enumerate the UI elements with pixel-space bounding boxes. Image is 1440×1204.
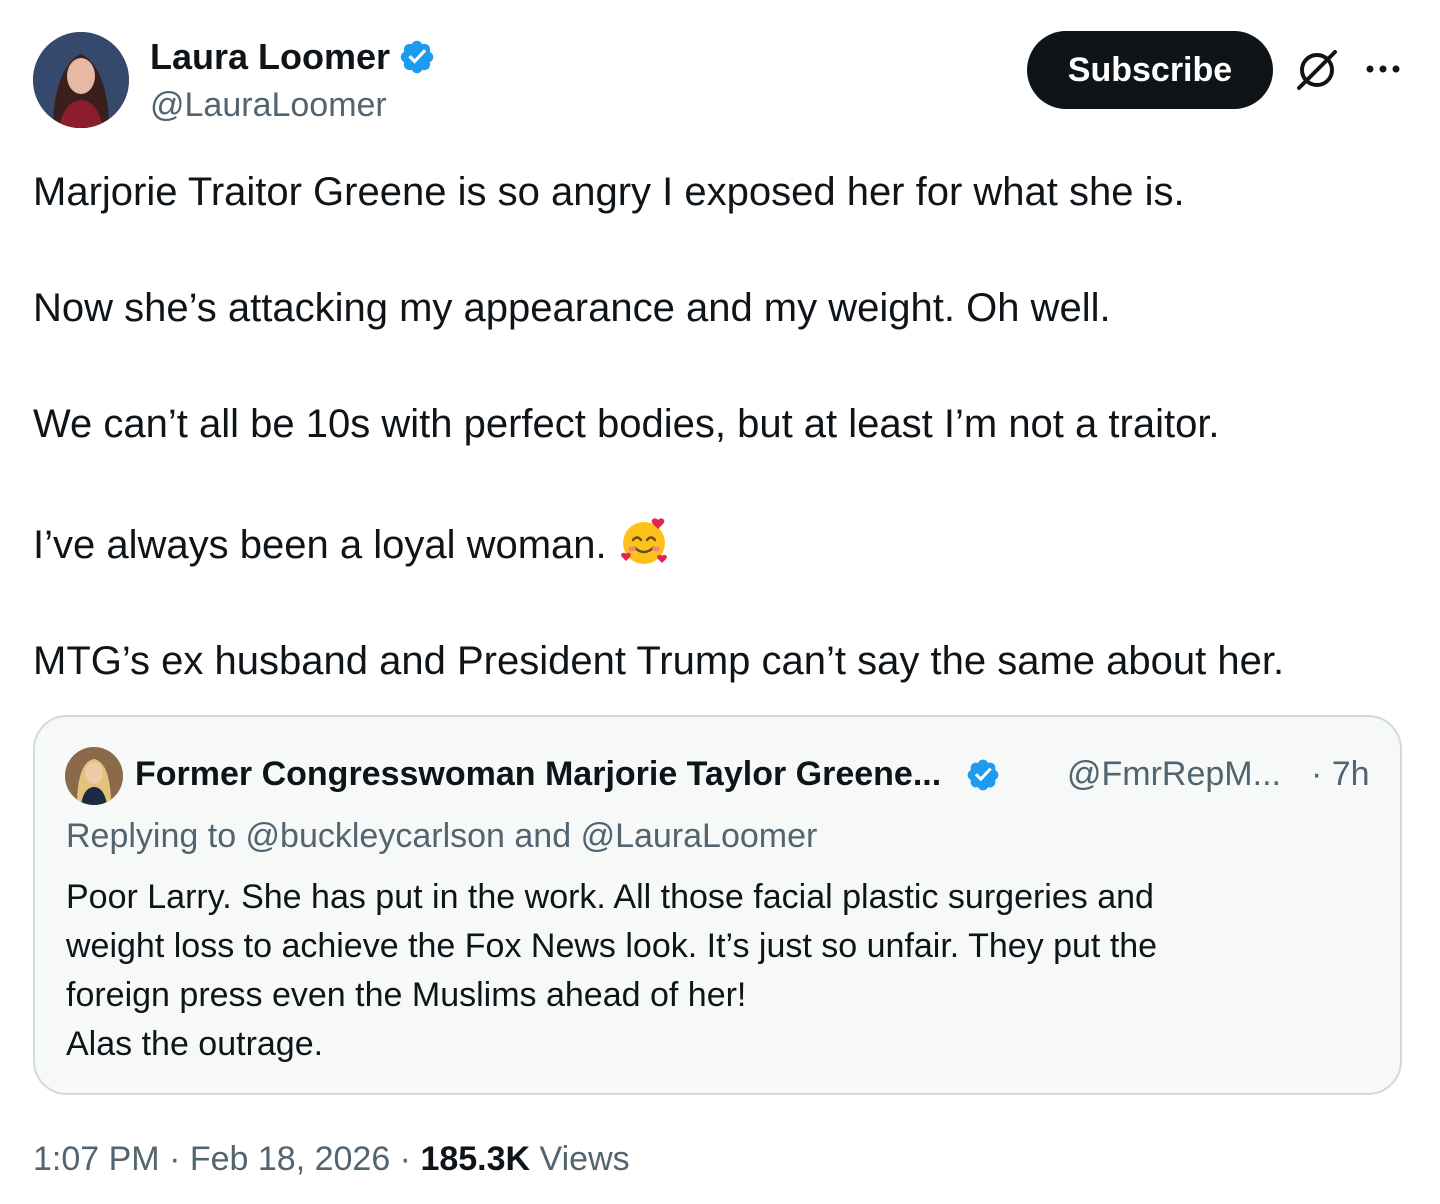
- quoted-text-line: foreign press even the Muslims ahead of …: [66, 976, 747, 1014]
- quoted-text-line: Poor Larry. She has put in the work. All…: [66, 878, 1154, 916]
- subscribe-button[interactable]: Subscribe: [1027, 31, 1273, 109]
- avatar[interactable]: [33, 32, 129, 128]
- quoted-timestamp: · 7h: [1311, 755, 1370, 793]
- post-paragraph-text: I’ve always been a loyal woman.: [33, 523, 607, 567]
- post-meta: 1:07 PM · Feb 18, 2026 · 185.3K Views: [33, 1140, 630, 1179]
- separator: ·: [390, 1140, 421, 1178]
- post-paragraph: Now she’s attacking my appearance and my…: [33, 286, 1111, 330]
- avatar-image: [33, 32, 129, 128]
- verified-badge-icon: [967, 759, 999, 790]
- replying-to: Replying to @buckleycarlson and @LauraLo…: [66, 817, 818, 855]
- smiling-face-with-hearts-icon: [618, 516, 670, 568]
- post-time[interactable]: 1:07 PM: [33, 1140, 160, 1178]
- post-text: Marjorie Traitor Greene is so angry I ex…: [33, 168, 1413, 753]
- quoted-avatar-image: [65, 747, 123, 805]
- verified-badge-icon: [400, 40, 434, 74]
- quoted-text-line: weight loss to achieve the Fox News look…: [66, 927, 1158, 965]
- quoted-author-name: Former Congresswoman Marjorie Taylor Gre…: [135, 755, 1001, 794]
- views-count: 185.3K: [420, 1140, 531, 1178]
- author-handle[interactable]: @LauraLoomer: [150, 86, 387, 125]
- post-paragraph: Marjorie Traitor Greene is so angry I ex…: [33, 170, 1185, 214]
- post-date[interactable]: Feb 18, 2026: [190, 1140, 390, 1178]
- quoted-text-line: Alas the outrage.: [66, 1025, 324, 1063]
- quoted-avatar[interactable]: [65, 747, 123, 805]
- more-options-icon[interactable]: [1358, 44, 1408, 94]
- quoted-post[interactable]: Former Congresswoman Marjorie Taylor Gre…: [33, 715, 1402, 1095]
- quoted-text: Poor Larry. She has put in the work. All…: [66, 873, 1366, 1069]
- quoted-author-handle: @FmrRepM...: [1067, 755, 1281, 793]
- post-paragraph: I’ve always been a loyal woman.: [33, 516, 1413, 569]
- author-name-text: Laura Loomer: [150, 36, 391, 77]
- quoted-author-name-text: Former Congresswoman Marjorie Taylor Gre…: [135, 755, 942, 793]
- grok-icon[interactable]: [1292, 44, 1342, 94]
- post-paragraph: MTG’s ex husband and President Trump can…: [33, 639, 1285, 683]
- views-label: Views: [530, 1140, 630, 1178]
- post-paragraph: We can’t all be 10s with perfect bodies,…: [33, 402, 1220, 446]
- separator: ·: [159, 1140, 190, 1178]
- author-name[interactable]: Laura Loomer: [150, 36, 436, 78]
